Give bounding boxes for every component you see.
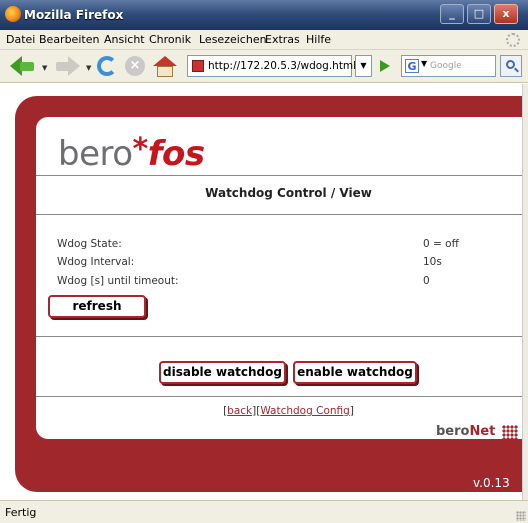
reload-icon	[97, 56, 117, 76]
page-viewport: bero*fos Watchdog Control / View Wdog St…	[0, 84, 528, 500]
back-button[interactable]	[10, 55, 36, 77]
status-bar: Fertig	[0, 500, 528, 523]
back-history-dropdown[interactable]: ▼	[42, 64, 47, 72]
menu-datei[interactable]: Datei	[6, 33, 35, 46]
menu-chronik[interactable]: Chronik	[149, 33, 191, 46]
version-label: v.0.13	[473, 476, 510, 490]
search-placeholder: Google	[430, 61, 462, 71]
page-title: Watchdog Control / View	[205, 186, 372, 200]
search-engine-dropdown[interactable]: ▼	[421, 59, 427, 68]
vertical-scrollbar[interactable]	[522, 84, 528, 500]
wdog-interval-value: 10s	[423, 256, 442, 268]
maximize-button[interactable]: □	[467, 4, 491, 24]
address-url[interactable]: http://172.20.5.3/wdog.html	[208, 60, 356, 72]
wdog-timeout-label: Wdog [s] until timeout:	[57, 275, 179, 287]
wdog-state-label: Wdog State:	[57, 238, 122, 250]
resize-grip-icon[interactable]	[516, 511, 526, 521]
menu-extras[interactable]: Extras	[265, 33, 300, 46]
search-input[interactable]: G ▼ Google	[401, 55, 496, 77]
go-button[interactable]	[376, 55, 394, 77]
site-favicon-icon	[192, 60, 204, 72]
menu-hilfe[interactable]: Hilfe	[306, 33, 331, 46]
minimize-button[interactable]: _	[440, 4, 464, 24]
go-arrow-icon	[380, 60, 390, 72]
refresh-button[interactable]: refresh	[48, 295, 146, 318]
divider	[36, 214, 528, 215]
back-link[interactable]: back	[227, 405, 252, 417]
forward-history-dropdown[interactable]: ▼	[86, 64, 91, 72]
stop-icon: ×	[125, 56, 145, 76]
menu-ansicht[interactable]: Ansicht	[104, 33, 145, 46]
divider	[36, 396, 528, 397]
beronet-logo: beroNet	[436, 424, 496, 439]
status-text: Fertig	[5, 506, 37, 519]
close-icon: x	[502, 7, 510, 20]
maximize-icon: □	[473, 7, 485, 20]
home-button[interactable]	[152, 55, 178, 77]
address-bar[interactable]: http://172.20.5.3/wdog.html	[187, 55, 356, 77]
close-button[interactable]: x	[494, 4, 518, 24]
wdog-timeout-value: 0	[423, 275, 430, 287]
throbber-icon	[506, 33, 520, 47]
enable-watchdog-button[interactable]: enable watchdog	[293, 361, 417, 384]
home-icon	[153, 56, 177, 66]
window-title: Mozilla Firefox	[24, 8, 124, 22]
address-history-dropdown[interactable]: ▼	[355, 55, 372, 77]
berofos-logo: bero*fos	[58, 132, 205, 174]
firefox-icon	[5, 6, 21, 22]
wdog-interval-label: Wdog Interval:	[57, 256, 135, 268]
watchdog-config-link[interactable]: Watchdog Config	[260, 405, 349, 417]
menu-bar: Datei Bearbeiten Ansicht Chronik Lesezei…	[0, 30, 528, 50]
forward-arrow-icon	[68, 56, 80, 76]
wdog-state-value: 0 = off	[423, 238, 459, 250]
footer-links: [back][Watchdog Config]	[223, 405, 354, 417]
divider	[36, 336, 528, 337]
menu-lesezeichen[interactable]: Lesezeichen	[199, 33, 267, 46]
disable-watchdog-button[interactable]: disable watchdog	[159, 361, 286, 384]
reload-button[interactable]	[96, 55, 118, 77]
minimize-icon: _	[449, 7, 455, 20]
beronet-dots-icon	[502, 425, 518, 441]
stop-button[interactable]: ×	[124, 55, 146, 77]
search-engine-icon[interactable]: G	[405, 59, 419, 73]
forward-button[interactable]	[54, 55, 80, 77]
divider	[36, 175, 528, 176]
window-titlebar: Mozilla Firefox _ □ x	[0, 0, 528, 30]
menu-bearbeiten[interactable]: Bearbeiten	[39, 33, 99, 46]
search-button[interactable]	[500, 55, 522, 77]
